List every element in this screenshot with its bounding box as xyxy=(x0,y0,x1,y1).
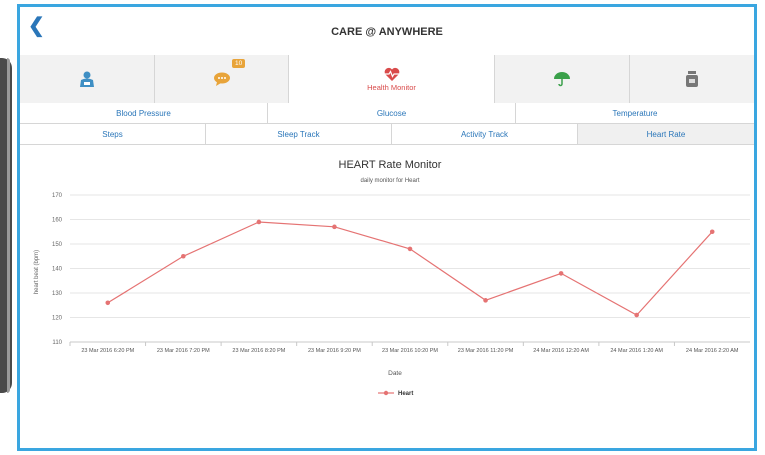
x-tick-label: 23 Mar 2016 8:20 PM xyxy=(232,348,285,354)
data-point[interactable] xyxy=(558,271,564,276)
tab-messages[interactable]: 10 xyxy=(155,55,289,103)
tab-health-monitor-label: Health Monitor xyxy=(367,82,416,92)
tab-insurance[interactable] xyxy=(495,55,630,103)
y-axis-label: heart beat (bpm) xyxy=(34,250,40,294)
y-tick-label: 130 xyxy=(52,291,63,297)
chart-legend[interactable]: Heart xyxy=(378,390,413,397)
app-title: CARE @ ANYWHERE xyxy=(331,26,443,38)
x-tick-label: 23 Mar 2016 11:20 PM xyxy=(458,348,514,354)
heart-monitor-icon xyxy=(384,67,399,81)
x-tick-label: 23 Mar 2016 6:20 PM xyxy=(81,348,134,354)
icon-tab-bar: 10 Health Monitor xyxy=(20,55,754,104)
tab-heart-rate[interactable]: Heart Rate xyxy=(578,124,754,144)
tab-sleep-track[interactable]: Sleep Track xyxy=(206,124,392,144)
y-tick-label: 110 xyxy=(52,340,62,346)
x-axis-label: Date xyxy=(388,370,402,377)
tab-blood-pressure[interactable]: Blood Pressure xyxy=(20,103,268,123)
data-point[interactable] xyxy=(483,298,488,303)
message-count-badge: 10 xyxy=(232,59,246,68)
x-tick-label: 24 Mar 2016 12:20 AM xyxy=(533,348,589,354)
x-axis-ticks: 23 Mar 2016 6:20 PM 23 Mar 2016 7:20 PM 23… xyxy=(69,342,739,354)
data-point[interactable] xyxy=(256,219,262,225)
tab-doctor[interactable] xyxy=(20,55,155,103)
x-tick-label: 24 Mar 2016 2:20 AM xyxy=(686,348,739,354)
umbrella-icon xyxy=(554,72,570,87)
doctor-icon xyxy=(80,71,94,87)
heart-rate-chart: HEART Rate Monitor daily monitor for Hea… xyxy=(34,159,750,397)
y-tick-label: 140 xyxy=(52,267,63,273)
data-point[interactable] xyxy=(634,312,639,318)
x-tick-label: 23 Mar 2016 10:20 PM xyxy=(382,348,438,354)
sub-tab-row-1: Blood Pressure Glucose Temperature xyxy=(20,103,754,124)
y-tick-label: 120 xyxy=(52,316,63,322)
y-tick-label: 170 xyxy=(52,193,63,199)
tab-glucose[interactable]: Glucose xyxy=(268,103,516,123)
chart-title: HEART Rate Monitor xyxy=(339,159,442,171)
chat-icon xyxy=(213,72,230,86)
data-point[interactable] xyxy=(332,224,337,230)
y-tick-label: 150 xyxy=(52,242,63,248)
data-point[interactable] xyxy=(407,246,413,252)
chart-subtitle: daily monitor for Heart xyxy=(360,178,419,184)
y-axis-ticks: 110 120 130 140 150 160 170 xyxy=(52,193,63,346)
y-tick-label: 160 xyxy=(52,218,63,224)
legend-marker-heart xyxy=(383,390,389,396)
data-point[interactable] xyxy=(709,229,715,235)
x-tick-label: 23 Mar 2016 7:20 PM xyxy=(157,348,210,354)
x-tick-label: 24 Mar 2016 1:20 AM xyxy=(610,348,663,354)
device-edge xyxy=(0,58,12,393)
tab-steps[interactable]: Steps xyxy=(20,124,206,144)
x-tick-label: 23 Mar 2016 9:20 PM xyxy=(308,348,361,354)
data-point[interactable] xyxy=(181,253,186,259)
tab-activity-track[interactable]: Activity Track xyxy=(392,124,578,144)
sub-tab-row-2: Steps Sleep Track Activity Track Heart R… xyxy=(20,124,754,145)
medicine-bottle-icon xyxy=(686,71,698,87)
tab-health-monitor[interactable]: Health Monitor xyxy=(289,55,495,103)
legend-label-heart: Heart xyxy=(398,391,413,397)
tab-medicine[interactable] xyxy=(630,55,754,103)
app-header: ❮ CARE @ ANYWHERE xyxy=(20,7,754,56)
grid-lines xyxy=(70,194,750,343)
app-frame: ❮ CARE @ ANYWHERE 10 Health Monitor Bloo… xyxy=(17,4,757,451)
tab-temperature[interactable]: Temperature xyxy=(516,103,754,123)
data-point[interactable] xyxy=(105,300,111,306)
